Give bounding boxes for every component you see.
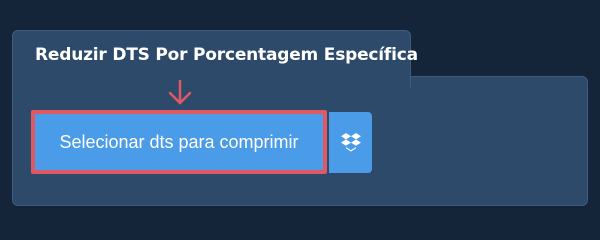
select-files-button[interactable]: Selecionar dts para comprimir (31, 110, 327, 174)
tab-reduce-dts[interactable]: Reduzir DTS Por Porcentagem Específica (12, 30, 418, 88)
dropbox-button[interactable] (329, 112, 372, 173)
select-files-label: Selecionar dts para comprimir (59, 131, 299, 152)
dropbox-icon (340, 132, 361, 152)
arrow-down-icon (168, 80, 192, 105)
tab-title: Reduzir DTS Por Porcentagem Específica (35, 45, 418, 65)
